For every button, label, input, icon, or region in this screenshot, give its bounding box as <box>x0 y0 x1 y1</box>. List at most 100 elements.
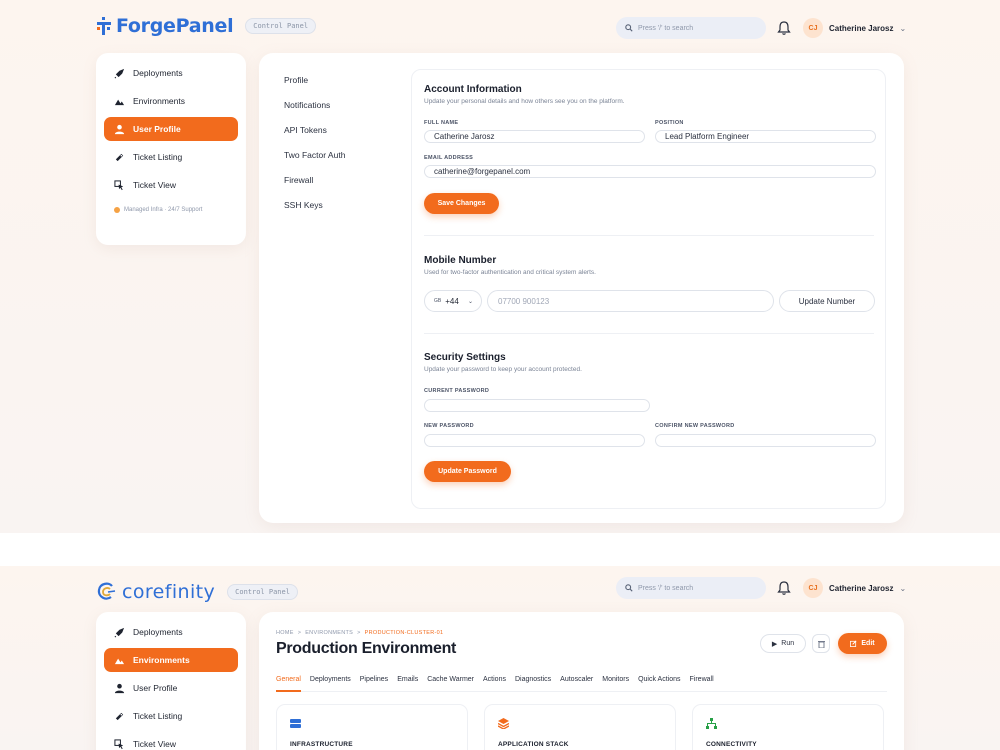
rocket-icon <box>114 627 125 637</box>
update-password-button[interactable]: Update Password <box>424 461 511 482</box>
current-password-field[interactable] <box>424 399 650 412</box>
brand-logo[interactable]: ForgePanel Control Panel <box>96 15 317 37</box>
cursor-icon <box>114 179 124 190</box>
subnav-api-tokens[interactable]: API Tokens <box>284 125 345 150</box>
save-changes-button[interactable]: Save Changes <box>424 193 499 214</box>
sidebar-item-label: Environments <box>133 96 185 106</box>
brand-logo[interactable]: corefinity Control Panel <box>96 581 298 603</box>
breadcrumb: HOME > ENVIRONMENTS > PRODUCTION-CLUSTER… <box>276 630 443 636</box>
edit-icon <box>850 640 857 647</box>
run-button[interactable]: ▶ Run <box>760 634 806 653</box>
position-label: POSITION <box>655 120 684 126</box>
tab-general[interactable]: General <box>276 676 301 692</box>
delete-button[interactable] <box>812 634 830 653</box>
network-icon <box>706 718 717 729</box>
sidebar-item-ticket-view[interactable]: Ticket View <box>104 173 238 197</box>
rocket-icon <box>114 68 125 78</box>
bell-icon[interactable] <box>777 580 791 596</box>
sidebar-item-ticket-view[interactable]: Ticket View <box>104 732 238 750</box>
sidebar-item-ticket-listing[interactable]: Ticket Listing <box>104 145 238 169</box>
sidebar-item-environments[interactable]: Environments <box>104 648 238 672</box>
security-desc: Update your password to keep your accoun… <box>424 366 582 373</box>
tab-actions[interactable]: Actions <box>483 676 506 692</box>
confirm-password-field[interactable] <box>655 434 876 447</box>
tab-emails[interactable]: Emails <box>397 676 418 692</box>
support-text: Managed Infra · 24/7 Support <box>124 207 203 213</box>
profile-subnav: Profile Notifications API Tokens Two Fac… <box>284 75 345 225</box>
card-title: CONNECTIVITY <box>706 741 757 748</box>
shield-icon <box>114 207 120 213</box>
tab-deployments[interactable]: Deployments <box>310 676 351 692</box>
tab-firewall[interactable]: Firewall <box>690 676 714 692</box>
mobile-number-input[interactable]: 07700 900123 <box>487 290 774 312</box>
full-name-label: FULL NAME <box>424 120 459 126</box>
email-field[interactable]: catherine@forgepanel.com <box>424 165 876 178</box>
card-title: APPLICATION STACK <box>498 741 569 748</box>
tab-monitors[interactable]: Monitors <box>602 676 629 692</box>
server-icon <box>290 719 301 728</box>
page-title: Production Environment <box>276 640 457 657</box>
breadcrumb-separator: > <box>357 630 361 636</box>
sidebar-item-user-profile[interactable]: User Profile <box>104 117 238 141</box>
tab-autoscaler[interactable]: Autoscaler <box>560 676 593 692</box>
flag-icon: GB <box>434 298 442 304</box>
email-label: EMAIL ADDRESS <box>424 155 474 161</box>
subnav-notifications[interactable]: Notifications <box>284 100 345 125</box>
subnav-two-factor-auth[interactable]: Two Factor Auth <box>284 150 345 175</box>
avatar: CJ <box>803 578 823 598</box>
position-field[interactable]: Lead Platform Engineer <box>655 130 876 143</box>
edit-button[interactable]: Edit <box>838 633 887 654</box>
sidebar-item-user-profile[interactable]: User Profile <box>104 676 238 700</box>
subnav-profile[interactable]: Profile <box>284 75 345 100</box>
sidebar-item-deployments[interactable]: Deployments <box>104 61 238 85</box>
subnav-ssh-keys[interactable]: SSH Keys <box>284 200 345 225</box>
full-name-field[interactable]: Catherine Jarosz <box>424 130 645 143</box>
tab-quick-actions[interactable]: Quick Actions <box>638 676 680 692</box>
breadcrumb-home[interactable]: HOME <box>276 630 294 636</box>
bell-icon[interactable] <box>777 20 791 36</box>
sidebar-item-label: Ticket View <box>133 180 176 190</box>
infrastructure-card[interactable]: INFRASTRUCTURE <box>276 704 468 750</box>
update-number-button[interactable]: Update Number <box>779 290 875 312</box>
edit-label: Edit <box>861 640 875 647</box>
tab-pipelines[interactable]: Pipelines <box>360 676 388 692</box>
cursor-icon <box>114 738 124 749</box>
sidebar-item-deployments[interactable]: Deployments <box>104 620 238 644</box>
tag-icon <box>115 153 124 161</box>
account-desc: Update your personal details and how oth… <box>424 98 625 105</box>
application-stack-card[interactable]: APPLICATION STACK <box>484 704 676 750</box>
sidebar-item-environments[interactable]: Environments <box>104 89 238 113</box>
search-bar[interactable]: Press '/' to search <box>616 577 766 599</box>
sidebar-item-label: Environments <box>133 655 190 665</box>
tab-cache-warmer[interactable]: Cache Warmer <box>427 676 474 692</box>
brand-name: corefinity <box>122 581 216 603</box>
breadcrumb-separator: > <box>297 630 302 636</box>
sidebar-item-label: Ticket Listing <box>133 711 183 721</box>
profile-card: Account Information Update your personal… <box>411 69 886 509</box>
connectivity-card[interactable]: CONNECTIVITY <box>692 704 884 750</box>
search-placeholder: Press '/' to search <box>638 584 694 592</box>
sidebar-footer: Managed Infra · 24/7 Support <box>104 207 238 213</box>
layers-icon <box>498 718 509 729</box>
tab-diagnostics[interactable]: Diagnostics <box>515 676 551 692</box>
subnav-firewall[interactable]: Firewall <box>284 175 345 200</box>
sidebar: Deployments Environments User Profile Ti… <box>96 612 246 750</box>
breadcrumb-environments[interactable]: ENVIRONMENTS <box>305 630 353 636</box>
new-password-field[interactable] <box>424 434 645 447</box>
corefinity-logo-icon <box>97 582 116 600</box>
chevron-down-icon: ⌄ <box>899 583 907 593</box>
country-code-select[interactable]: GB +44 ⌄ <box>424 290 482 312</box>
sidebar-item-ticket-listing[interactable]: Ticket Listing <box>104 704 238 728</box>
user-menu[interactable]: CJ Catherine Jarosz ⌄ <box>803 17 906 39</box>
user-menu[interactable]: CJ Catherine Jarosz ⌄ <box>803 577 906 599</box>
main-panel: Profile Notifications API Tokens Two Fac… <box>259 53 904 523</box>
tag-icon <box>115 712 124 720</box>
corefinity-screen: corefinity Control Panel Press '/' to se… <box>0 566 1000 750</box>
environment-tabs: General Deployments Pipelines Emails Cac… <box>276 676 887 692</box>
main-panel: HOME > ENVIRONMENTS > PRODUCTION-CLUSTER… <box>259 612 904 750</box>
control-panel-badge: Control Panel <box>245 18 317 34</box>
mobile-title: Mobile Number <box>424 255 497 266</box>
search-bar[interactable]: Press '/' to search <box>616 17 766 39</box>
security-title: Security Settings <box>424 352 506 363</box>
sidebar-item-label: User Profile <box>133 683 178 693</box>
